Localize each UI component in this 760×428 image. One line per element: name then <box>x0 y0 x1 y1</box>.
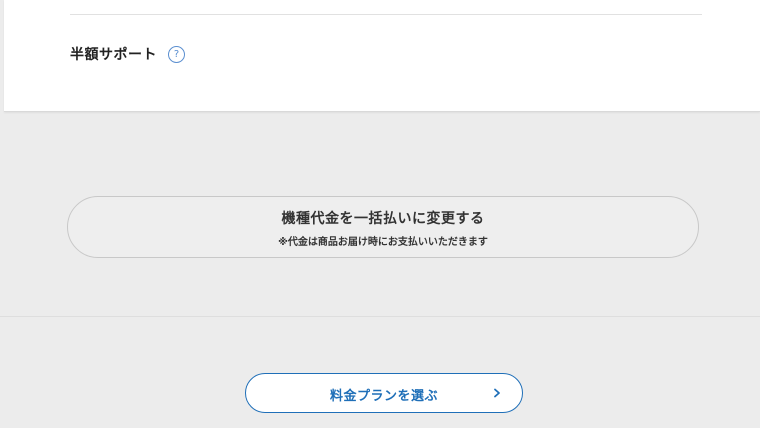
lump-sum-button-note: ※代金は商品お届け時にお支払いいただきます <box>278 237 488 248</box>
half-support-row: 半額サポート ? <box>70 44 185 64</box>
payment-options-card: 半額サポート ? <box>4 0 760 112</box>
select-plan-button[interactable]: 料金プランを選ぶ <box>245 373 523 413</box>
lump-sum-button-title: 機種代金を一括払いに変更する <box>281 211 485 227</box>
section-divider <box>0 316 760 317</box>
help-icon[interactable]: ? <box>168 45 185 63</box>
select-plan-label: 料金プランを選ぶ <box>329 389 438 404</box>
half-support-label: 半額サポート <box>70 47 157 63</box>
change-to-lump-sum-button[interactable]: 機種代金を一括払いに変更する ※代金は商品お届け時にお支払いいただきます <box>67 196 699 258</box>
card-divider <box>70 14 702 15</box>
chevron-right-icon <box>494 388 500 398</box>
